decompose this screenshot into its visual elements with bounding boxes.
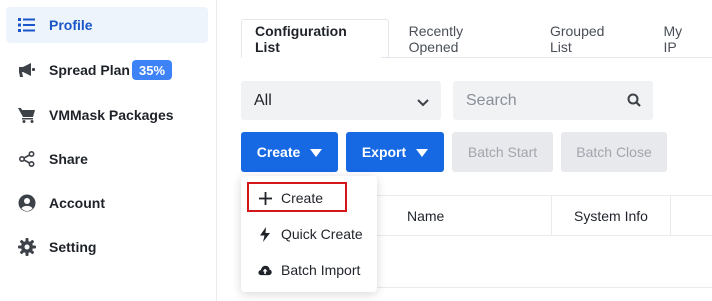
share-icon	[18, 150, 36, 168]
menu-item-label: Batch Import	[281, 262, 361, 278]
search-icon[interactable]	[627, 93, 641, 112]
export-button[interactable]: Export	[346, 132, 444, 172]
sidebar-item-label: Spread Plan	[49, 62, 130, 78]
batch-close-button[interactable]: Batch Close	[561, 132, 667, 172]
sidebar-item-profile[interactable]: Profile	[6, 7, 208, 43]
batch-start-button[interactable]: Batch Start	[452, 132, 553, 172]
menu-item-batch-import[interactable]: Batch Import	[241, 255, 377, 285]
app-window: Profile Spread Plan 35% VMMask Packages …	[0, 0, 712, 301]
menu-item-label: Quick Create	[281, 226, 363, 242]
sidebar-item-setting[interactable]: Setting	[6, 229, 208, 265]
create-button-label: Create	[256, 144, 301, 160]
tab-grouped-list[interactable]: Grouped List	[529, 19, 643, 58]
chevron-down-icon	[417, 94, 429, 112]
tab-my-ip[interactable]: My IP	[643, 19, 712, 58]
export-button-label: Export	[361, 144, 407, 160]
megaphone-icon	[18, 61, 36, 79]
group-select[interactable]: All	[241, 81, 441, 120]
sidebar-item-label: Profile	[49, 17, 93, 33]
caret-down-icon	[416, 144, 429, 160]
sidebar-item-vmmask-packages[interactable]: VMMask Packages	[6, 97, 208, 133]
cloud-upload-icon	[258, 263, 272, 277]
list-icon	[18, 16, 36, 34]
lightning-icon	[258, 226, 272, 242]
sidebar-item-label: Setting	[49, 239, 97, 255]
gear-icon	[18, 238, 36, 256]
tab-bar: Configuration List Recently Opened Group…	[241, 19, 712, 58]
column-divider	[551, 196, 552, 235]
tab-recently-opened[interactable]: Recently Opened	[389, 19, 529, 58]
group-select-value: All	[254, 91, 272, 109]
sidebar-item-spread-plan[interactable]: Spread Plan 35%	[6, 52, 208, 88]
sidebar-item-account[interactable]: Account	[6, 185, 208, 221]
menu-item-quick-create[interactable]: Quick Create	[241, 219, 377, 249]
tab-underline	[381, 57, 712, 58]
highlight-box	[247, 182, 347, 212]
progress-badge: 35%	[132, 60, 173, 80]
column-header-name[interactable]: Name	[407, 196, 444, 235]
cart-icon	[18, 106, 36, 124]
create-button[interactable]: Create	[241, 132, 338, 172]
user-icon	[18, 194, 36, 212]
sidebar-item-label: Share	[49, 151, 88, 167]
column-divider	[670, 196, 671, 235]
sidebar-item-label: Account	[49, 195, 105, 211]
caret-down-icon	[310, 144, 323, 160]
sidebar-item-label: VMMask Packages	[49, 107, 174, 123]
sidebar: Profile Spread Plan 35% VMMask Packages …	[0, 0, 217, 301]
sidebar-item-share[interactable]: Share	[6, 141, 208, 177]
tab-configuration-list[interactable]: Configuration List	[241, 19, 389, 58]
search-input[interactable]	[453, 81, 653, 120]
column-header-system-info[interactable]: System Info	[574, 196, 648, 235]
